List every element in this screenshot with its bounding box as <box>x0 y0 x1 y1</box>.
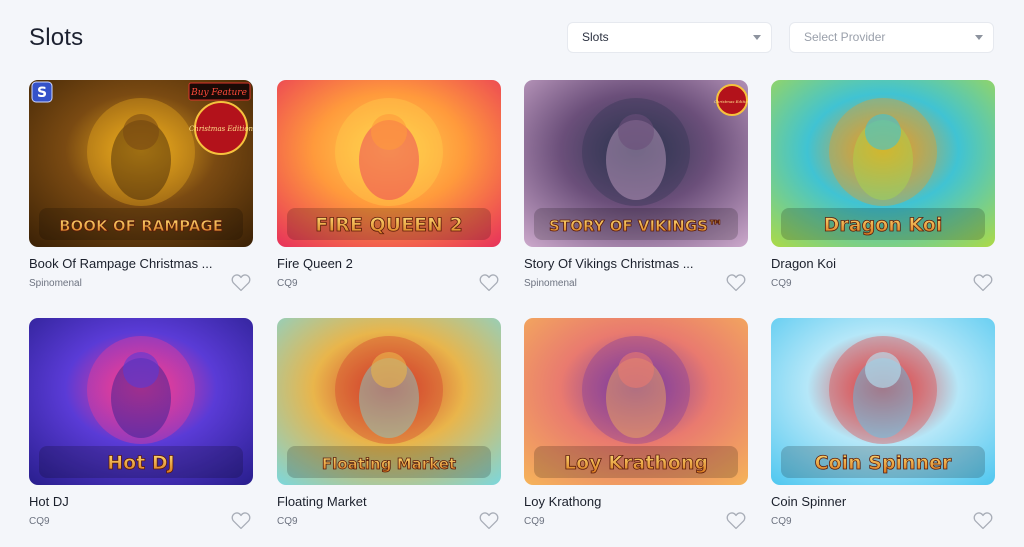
game-provider: CQ9 <box>524 516 545 527</box>
game-logo-text: Floating Market <box>322 455 456 473</box>
game-card[interactable]: BOOK OF RAMPAGE Buy Feature Christmas Edit… <box>29 80 253 295</box>
game-logo-text: Loy Krathong <box>564 452 708 474</box>
game-provider: Spinomenal <box>29 278 82 289</box>
game-name[interactable]: Coin Spinner <box>771 494 961 509</box>
game-artwork: Dragon Koi <box>771 80 995 247</box>
chevron-down-icon <box>753 35 761 40</box>
favorite-heart-icon[interactable] <box>973 273 993 292</box>
game-logo-text: Dragon Koi <box>824 214 943 236</box>
game-thumbnail[interactable]: Coin Spinner <box>771 318 995 485</box>
game-provider: CQ9 <box>277 516 298 527</box>
game-name[interactable]: Floating Market <box>277 494 467 509</box>
game-logo-text: BOOK OF RAMPAGE <box>59 217 223 235</box>
game-name[interactable]: Dragon Koi <box>771 256 961 271</box>
game-card[interactable]: Loy Krathong Loy Krathong CQ9 <box>524 318 748 533</box>
game-thumbnail[interactable]: Dragon Koi <box>771 80 995 247</box>
provider-select[interactable]: Select Provider <box>789 22 994 53</box>
game-provider: CQ9 <box>29 516 50 527</box>
game-logo-text: FIRE QUEEN 2 <box>315 214 463 236</box>
game-provider: CQ9 <box>277 278 298 289</box>
game-card[interactable]: STORY OF VIKINGS™ Christmas Edition Story … <box>524 80 748 295</box>
game-provider: Spinomenal <box>524 278 577 289</box>
game-name[interactable]: Loy Krathong <box>524 494 714 509</box>
game-provider: CQ9 <box>771 278 792 289</box>
game-card[interactable]: Floating Market Floating Market CQ9 <box>277 318 501 533</box>
game-thumbnail[interactable]: STORY OF VIKINGS™ Christmas Edition <box>524 80 748 247</box>
game-artwork: BOOK OF RAMPAGE Buy Feature Christmas Edit… <box>29 80 253 247</box>
game-logo-text: Coin Spinner <box>815 452 952 474</box>
game-name[interactable]: Book Of Rampage Christmas ... <box>29 256 219 271</box>
game-artwork: Loy Krathong <box>524 318 748 485</box>
game-card[interactable]: Dragon Koi Dragon Koi CQ9 <box>771 80 995 295</box>
game-card[interactable]: Coin Spinner Coin Spinner CQ9 <box>771 318 995 533</box>
provider-select-placeholder: Select Provider <box>804 30 886 44</box>
game-logo-text: Hot DJ <box>107 452 175 474</box>
game-provider: CQ9 <box>771 516 792 527</box>
page-title: Slots <box>29 24 84 51</box>
category-select[interactable]: Slots <box>567 22 772 53</box>
favorite-heart-icon[interactable] <box>726 273 746 292</box>
game-thumbnail[interactable]: Floating Market <box>277 318 501 485</box>
favorite-heart-icon[interactable] <box>973 511 993 530</box>
buy-feature-label: Buy Feature <box>190 88 247 98</box>
game-card[interactable]: Hot DJ Hot DJ CQ9 <box>29 318 253 533</box>
favorite-heart-icon[interactable] <box>231 273 251 292</box>
game-thumbnail[interactable]: Hot DJ <box>29 318 253 485</box>
game-artwork: Floating Market <box>277 318 501 485</box>
game-name[interactable]: Fire Queen 2 <box>277 256 467 271</box>
favorite-heart-icon[interactable] <box>726 511 746 530</box>
game-name[interactable]: Story Of Vikings Christmas ... <box>524 256 714 271</box>
game-card[interactable]: FIRE QUEEN 2 Fire Queen 2 CQ9 <box>277 80 501 295</box>
favorite-heart-icon[interactable] <box>479 273 499 292</box>
game-logo-text: STORY OF VIKINGS™ <box>549 217 723 235</box>
provider-logo-letter: S <box>37 85 47 101</box>
game-artwork: Coin Spinner <box>771 318 995 485</box>
game-artwork: Hot DJ <box>29 318 253 485</box>
slots-page: Slots Slots Select Provider BOOK OF RAMP… <box>0 0 1024 547</box>
chevron-down-icon <box>975 35 983 40</box>
game-artwork: STORY OF VIKINGS™ Christmas Edition <box>524 80 748 247</box>
christmas-edition-label: Christmas Edition <box>189 125 253 133</box>
game-thumbnail[interactable]: FIRE QUEEN 2 <box>277 80 501 247</box>
game-thumbnail[interactable]: Loy Krathong <box>524 318 748 485</box>
game-artwork: FIRE QUEEN 2 <box>277 80 501 247</box>
game-thumbnail[interactable]: BOOK OF RAMPAGE Buy Feature Christmas Edit… <box>29 80 253 247</box>
christmas-edition-label: Christmas Edition <box>714 99 748 104</box>
favorite-heart-icon[interactable] <box>231 511 251 530</box>
header: Slots Slots Select Provider <box>29 22 994 54</box>
category-select-value: Slots <box>582 30 609 44</box>
favorite-heart-icon[interactable] <box>479 511 499 530</box>
game-name[interactable]: Hot DJ <box>29 494 219 509</box>
